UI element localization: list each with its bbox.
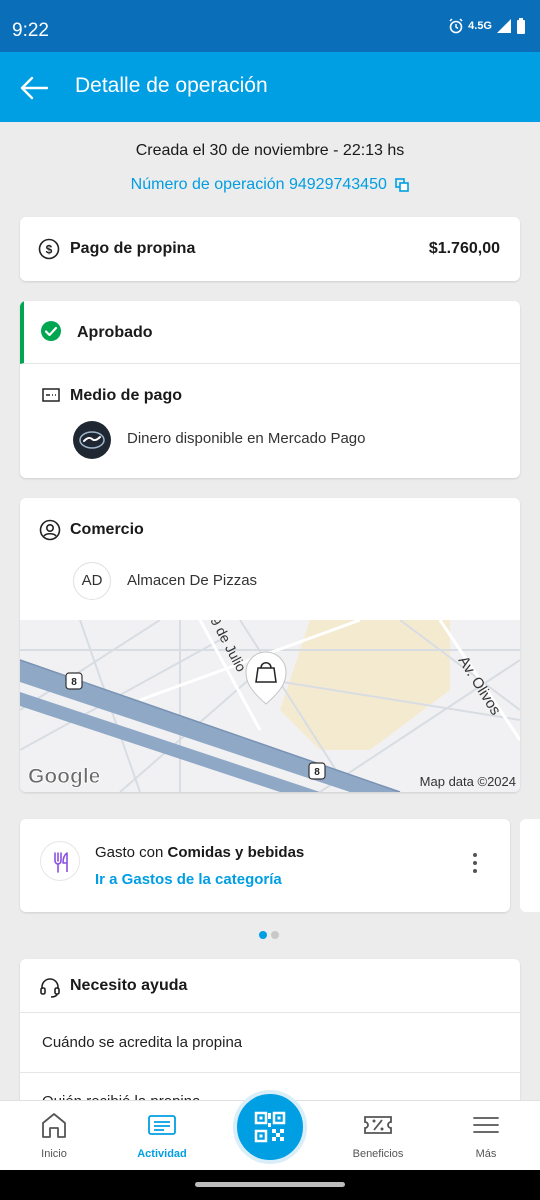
nav-item-inicio[interactable]: Inicio — [0, 1101, 108, 1171]
signal-icon — [497, 19, 511, 33]
category-link[interactable]: Ir a Gastos de la categoría — [95, 871, 282, 888]
copy-icon[interactable] — [395, 177, 410, 192]
nav-item-actividad[interactable]: Actividad — [108, 1101, 216, 1171]
more-options-icon[interactable] — [472, 853, 478, 875]
carousel-dot-active — [259, 931, 267, 939]
check-circle-icon — [41, 321, 61, 341]
payment-amount: $1.760,00 — [428, 240, 500, 257]
status-bar: 9:22 4.5G — [0, 0, 540, 52]
nav-item-beneficios[interactable]: Beneficios — [324, 1101, 432, 1171]
alarm-icon — [449, 18, 463, 34]
mercado-pago-logo — [73, 421, 111, 459]
payment-label: Pago de propina — [70, 240, 196, 257]
menu-icon — [473, 1117, 499, 1133]
status-card: Aprobado Medio de pago Dinero disponible… — [20, 301, 520, 478]
cutlery-icon — [40, 841, 80, 881]
ticket-icon — [364, 1116, 392, 1134]
status-time: 9:22 — [12, 20, 49, 41]
route-marker-2: 8 — [314, 767, 320, 778]
divider — [20, 1072, 520, 1073]
nav-label: Beneficios — [352, 1148, 404, 1160]
battery-icon — [517, 18, 525, 34]
merchant-name: Almacen De Pizzas — [127, 572, 258, 589]
route-marker-1: 8 — [71, 677, 77, 688]
page-title: Detalle de operación — [75, 74, 268, 97]
card-icon — [42, 388, 60, 402]
google-logo: Google — [28, 765, 100, 788]
operation-number-link[interactable]: Número de operación 94929743450 — [0, 176, 540, 194]
nav-item-mas[interactable]: Más — [432, 1101, 540, 1171]
map-attribution: Map data ©2024 — [420, 774, 516, 789]
merchant-avatar: AD — [73, 562, 111, 600]
created-date: Creada el 30 de noviembre - 22:13 hs — [135, 142, 405, 159]
headset-icon — [40, 978, 60, 998]
system-nav-bar — [0, 1170, 540, 1200]
status-icons: 4.5G — [448, 18, 526, 34]
carousel-indicator — [259, 931, 279, 939]
network-type: 4.5G — [468, 20, 492, 32]
payment-method-title: Medio de pago — [70, 387, 182, 404]
payment-method: Dinero disponible en Mercado Pago — [127, 430, 366, 447]
carousel-dot — [271, 931, 279, 939]
payment-card: $ Pago de propina $1.760,00 — [20, 217, 520, 281]
status-label: Aprobado — [77, 324, 153, 341]
user-circle-icon — [39, 519, 61, 541]
svg-text:$: $ — [46, 243, 53, 257]
help-title: Necesito ayuda — [70, 977, 188, 994]
back-arrow-icon[interactable] — [18, 72, 50, 104]
home-gesture-pill[interactable] — [195, 1182, 345, 1187]
nav-label: Más — [475, 1148, 497, 1160]
category-name: Comidas y bebidas — [167, 844, 305, 861]
home-icon — [42, 1113, 66, 1138]
nav-label: Inicio — [41, 1148, 67, 1160]
activity-icon — [148, 1115, 176, 1135]
operation-number: Número de operación 94929743450 — [130, 176, 387, 193]
dollar-circle-icon: $ — [38, 238, 60, 260]
category-card[interactable]: Gasto con Comidas y bebidas Ir a Gastos … — [20, 819, 510, 912]
divider — [20, 1012, 520, 1013]
merchant-title: Comercio — [70, 521, 144, 538]
nav-label: Actividad — [137, 1148, 187, 1160]
help-item[interactable]: Cuándo se acredita la propina — [42, 1034, 242, 1051]
next-card-peek — [520, 819, 540, 912]
merchant-card: Comercio AD Almacen De Pizzas 8 8 Av. Ol… — [20, 498, 520, 792]
qr-scan-button[interactable] — [233, 1090, 307, 1164]
approved-row: Aprobado — [20, 301, 520, 364]
location-map[interactable]: 8 8 Av. Olivos 9 de Julio Google Map dat… — [20, 620, 520, 792]
category-text: Gasto con Comidas y bebidas — [95, 844, 305, 861]
app-bar: Detalle de operación — [0, 52, 540, 122]
qr-code-icon — [254, 1111, 286, 1143]
